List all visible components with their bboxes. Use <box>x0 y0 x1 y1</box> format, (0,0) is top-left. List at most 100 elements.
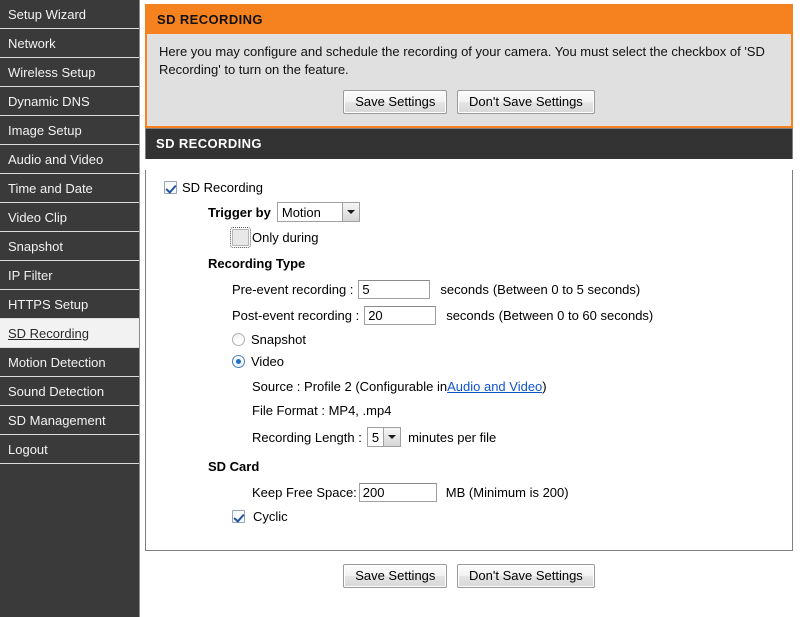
only-during-row: Only during <box>156 227 782 248</box>
file-format-text: File Format : MP4, .mp4 <box>252 403 392 418</box>
sidebar-item-label: Motion Detection <box>8 355 106 370</box>
recording-type-heading-row: Recording Type <box>156 256 782 271</box>
sidebar-item-label: Sound Detection <box>8 384 105 399</box>
sidebar-item-audio-and-video[interactable]: Audio and Video <box>0 145 139 174</box>
sidebar-item-label: SD Management <box>8 413 106 428</box>
trigger-by-select[interactable]: Motion <box>276 202 360 222</box>
info-panel-body: Here you may configure and schedule the … <box>147 34 791 126</box>
bottom-button-row: Save Settings Don't Save Settings <box>145 564 793 588</box>
post-event-unit: seconds <box>446 308 495 323</box>
info-panel-title: SD RECORDING <box>147 6 791 34</box>
video-radio[interactable] <box>232 355 245 368</box>
save-settings-button-top[interactable]: Save Settings <box>343 90 448 114</box>
only-during-label: Only during <box>252 230 319 245</box>
pre-event-label: Pre-event recording : <box>232 282 354 297</box>
sd-card-heading: SD Card <box>208 459 260 474</box>
pre-event-input[interactable] <box>358 280 431 299</box>
keep-free-space-input[interactable] <box>358 483 437 502</box>
sidebar-item-ip-filter[interactable]: IP Filter <box>0 261 139 290</box>
recording-length-label: Recording Length : <box>252 429 362 445</box>
only-during-checkbox[interactable] <box>230 227 251 248</box>
sidebar-item-dynamic-dns[interactable]: Dynamic DNS <box>0 87 139 116</box>
video-radio-label: Video <box>251 354 285 369</box>
sidebar-item-label: Time and Date <box>8 181 93 196</box>
recording-length-value: 5 <box>367 428 384 446</box>
sidebar-item-label: Logout <box>8 442 48 457</box>
post-event-label: Post-event recording : <box>232 308 360 323</box>
form-panel: SD Recording Trigger by Motion Only duri <box>145 170 793 551</box>
sidebar-filler <box>0 464 139 594</box>
form-panel-wrapper: SD RECORDING SD Recording Trigger by Mot… <box>145 128 793 551</box>
audio-and-video-link[interactable]: Audio and Video <box>447 379 542 394</box>
sidebar-item-label: Video Clip <box>8 210 68 225</box>
sidebar-item-motion-detection[interactable]: Motion Detection <box>0 348 139 377</box>
sidebar-item-time-and-date[interactable]: Time and Date <box>0 174 139 203</box>
sd-recording-row: SD Recording <box>156 180 782 195</box>
sd-recording-checkbox[interactable] <box>164 181 177 194</box>
recording-length-row: Recording Length : 5 minutes per file <box>156 427 782 447</box>
sidebar-item-label: Snapshot <box>8 239 63 254</box>
sidebar-item-sd-management[interactable]: SD Management <box>0 406 139 435</box>
sidebar-item-wireless-setup[interactable]: Wireless Setup <box>0 58 139 87</box>
sidebar-item-image-setup[interactable]: Image Setup <box>0 116 139 145</box>
sidebar-item-sd-recording[interactable]: SD Recording <box>0 319 139 348</box>
recording-type-heading: Recording Type <box>208 256 306 271</box>
sidebar-nav: Setup Wizard Network Wireless Setup Dyna… <box>0 0 140 617</box>
post-event-input[interactable] <box>364 306 437 325</box>
form-panel-title: SD RECORDING <box>145 128 793 159</box>
source-prefix: Source : Profile 2 (Configurable in <box>252 379 448 394</box>
file-format-row: File Format : MP4, .mp4 <box>156 403 782 418</box>
post-event-row: Post-event recording : seconds (Between … <box>156 306 782 325</box>
trigger-by-label: Trigger by <box>208 204 271 220</box>
sidebar-item-https-setup[interactable]: HTTPS Setup <box>0 290 139 319</box>
recording-length-select[interactable]: 5 <box>366 427 402 447</box>
main-content: SD RECORDING Here you may configure and … <box>145 0 793 588</box>
trigger-by-value: Motion <box>277 203 342 221</box>
snapshot-radio-label: Snapshot <box>251 332 306 347</box>
info-panel-description: Here you may configure and schedule the … <box>159 44 765 77</box>
form-panel-body: SD Recording Trigger by Motion Only duri <box>146 170 792 550</box>
keep-free-space-unit: MB (Minimum is 200) <box>445 485 569 500</box>
keep-free-space-row: Keep Free Space: MB (Minimum is 200) <box>156 483 782 502</box>
snapshot-radio-row: Snapshot <box>156 332 782 347</box>
sidebar-item-label: IP Filter <box>8 268 53 283</box>
dont-save-settings-button-top[interactable]: Don't Save Settings <box>457 90 595 114</box>
cyclic-row: Cyclic <box>156 509 782 524</box>
dont-save-settings-button-bottom[interactable]: Don't Save Settings <box>457 564 595 588</box>
sidebar-item-setup-wizard[interactable]: Setup Wizard <box>0 0 139 29</box>
sidebar-item-sound-detection[interactable]: Sound Detection <box>0 377 139 406</box>
sidebar-item-label: Setup Wizard <box>8 7 87 22</box>
pre-event-unit: seconds <box>440 282 489 297</box>
recording-length-unit: minutes per file <box>408 429 497 445</box>
info-panel: SD RECORDING Here you may configure and … <box>145 4 793 128</box>
sidebar-item-label: HTTPS Setup <box>8 297 89 312</box>
pre-event-hint: (Between 0 to 5 seconds) <box>492 282 641 297</box>
sidebar-item-label: Wireless Setup <box>8 65 96 80</box>
sidebar-item-label: Dynamic DNS <box>8 94 90 109</box>
snapshot-radio[interactable] <box>232 333 245 346</box>
sd-card-heading-row: SD Card <box>156 459 782 474</box>
sidebar-item-logout[interactable]: Logout <box>0 435 139 464</box>
cyclic-checkbox[interactable] <box>232 510 245 523</box>
sidebar-item-network[interactable]: Network <box>0 29 139 58</box>
source-row: Source : Profile 2 (Configurable in Audi… <box>156 379 782 394</box>
video-radio-row: Video <box>156 354 782 369</box>
sidebar-item-snapshot[interactable]: Snapshot <box>0 232 139 261</box>
info-panel-button-row: Save Settings Don't Save Settings <box>159 90 779 114</box>
post-event-hint: (Between 0 to 60 seconds) <box>498 308 654 323</box>
sidebar-item-label: Audio and Video <box>8 152 104 167</box>
source-suffix: ) <box>542 379 547 394</box>
chevron-down-icon <box>341 203 359 221</box>
pre-event-row: Pre-event recording : seconds (Between 0… <box>156 280 782 299</box>
save-settings-button-bottom[interactable]: Save Settings <box>343 564 448 588</box>
page-root: Setup Wizard Network Wireless Setup Dyna… <box>0 0 800 617</box>
sidebar-item-label: Network <box>8 36 56 51</box>
trigger-by-row: Trigger by Motion <box>156 202 782 222</box>
sidebar-item-video-clip[interactable]: Video Clip <box>0 203 139 232</box>
cyclic-label: Cyclic <box>253 509 288 524</box>
sd-recording-label: SD Recording <box>182 180 263 195</box>
sidebar-item-label: SD Recording <box>8 326 89 341</box>
chevron-down-icon <box>383 428 401 446</box>
keep-free-space-label: Keep Free Space: <box>252 485 357 500</box>
sidebar-item-label: Image Setup <box>8 123 82 138</box>
